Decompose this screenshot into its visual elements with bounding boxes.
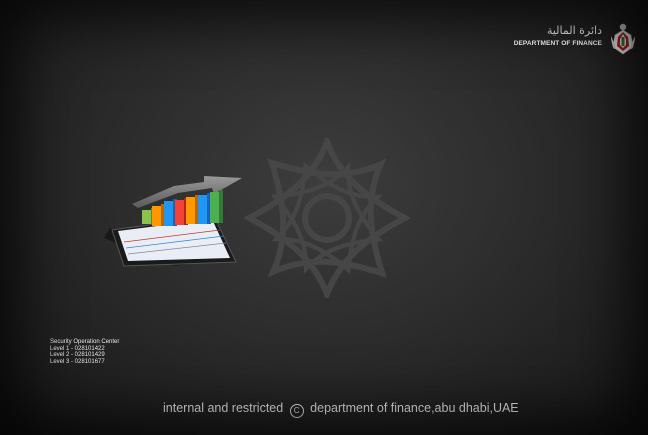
footer-notice: internal and restricted C department of … (163, 401, 519, 418)
soc-level-2: Level 2 - 028101429 (50, 352, 105, 359)
logo-english-text: DEPARTMENT OF FINANCE (513, 40, 602, 47)
copyright-icon: C (289, 404, 304, 418)
footer-suffix: department of finance,abu dhabi,UAE (310, 401, 519, 415)
falcon-emblem-icon (611, 23, 635, 55)
department-logo: دائرة المالية DEPARTMENT OF FINANCE (514, 22, 636, 56)
security-operation-center-info: Security Operation Center Level 1 - 0281… (50, 339, 119, 365)
soc-title: Security Operation Center (50, 339, 120, 345)
eight-point-star-icon (244, 138, 410, 298)
soc-level-3: Level 3 - 028101677 (50, 358, 105, 365)
lock-screen: دائرة المالية DEPARTMENT OF FINANCE Secu… (0, 0, 648, 435)
bar-chart-growth-icon (104, 176, 242, 267)
soc-level-1: Level 1 - 028101422 (50, 345, 105, 352)
footer-prefix: internal and restricted (163, 401, 284, 415)
logo-arabic-text: دائرة المالية (546, 24, 602, 37)
